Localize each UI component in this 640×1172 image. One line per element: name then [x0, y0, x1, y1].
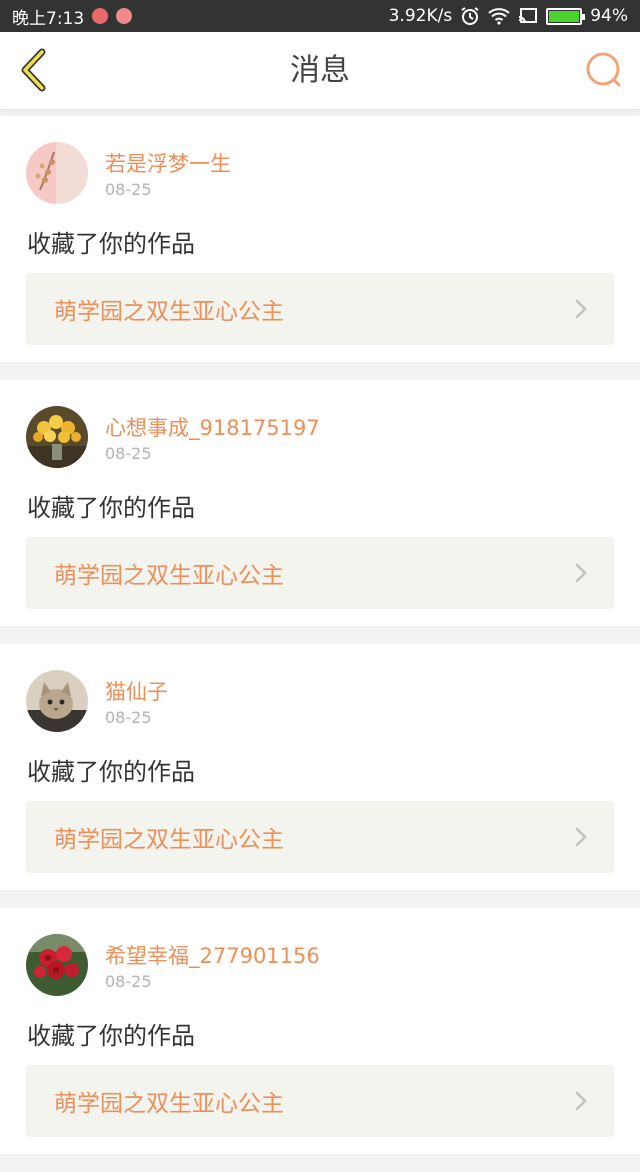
search-icon: [586, 52, 621, 87]
battery-icon: [546, 7, 586, 25]
message-card: 若是浮梦一生 08-25 收藏了你的作品 萌学园之双生亚心公主: [0, 116, 640, 362]
work-title: 萌学园之双生亚心公主: [54, 299, 284, 325]
message-list: 若是浮梦一生 08-25 收藏了你的作品 萌学园之双生亚心公主 心想事成_918…: [0, 116, 640, 1172]
message-card: 猫仙子 08-25 收藏了你的作品 萌学园之双生亚心公主: [0, 644, 640, 890]
battery-percent: 94%: [590, 6, 628, 26]
chevron-right-icon: [574, 1090, 588, 1112]
message-date: 08-25: [105, 180, 152, 199]
message-date: 08-25: [105, 972, 152, 991]
back-button[interactable]: [10, 46, 58, 94]
page-title: 消息: [290, 53, 350, 88]
message-action: 收藏了你的作品: [27, 1022, 195, 1050]
message-date: 08-25: [105, 444, 152, 463]
message-card: 心想事成_918175197 08-25 收藏了你的作品 萌学园之双生亚心公主: [0, 380, 640, 626]
header: 消息: [0, 32, 640, 110]
message-action: 收藏了你的作品: [27, 494, 195, 522]
chevron-right-icon: [574, 826, 588, 848]
alarm-icon: [460, 6, 480, 26]
username[interactable]: 心想事成_918175197: [105, 412, 320, 442]
avatar[interactable]: [26, 406, 88, 468]
status-bar-left: 晚上7:13: [12, 4, 133, 29]
avatar[interactable]: [26, 142, 88, 204]
username[interactable]: 希望幸福_277901156: [105, 940, 320, 970]
battery-fill: [549, 10, 580, 22]
chevron-right-icon: [574, 298, 588, 320]
chevron-right-icon: [574, 562, 588, 584]
work-title: 萌学园之双生亚心公主: [54, 827, 284, 853]
work-title: 萌学园之双生亚心公主: [54, 563, 284, 589]
username[interactable]: 若是浮梦一生: [105, 148, 231, 178]
message-action: 收藏了你的作品: [27, 758, 195, 786]
notification-app-icon: [116, 8, 133, 24]
work-link[interactable]: 萌学园之双生亚心公主: [26, 273, 614, 345]
work-link[interactable]: 萌学园之双生亚心公主: [26, 801, 614, 873]
work-title: 萌学园之双生亚心公主: [54, 1091, 284, 1117]
message-action: 收藏了你的作品: [27, 230, 195, 258]
avatar[interactable]: [26, 934, 88, 996]
message-card: 希望幸福_277901156 08-25 收藏了你的作品 萌学园之双生亚心公主: [0, 908, 640, 1154]
wifi-icon: [488, 7, 510, 25]
username[interactable]: 猫仙子: [105, 676, 168, 706]
status-time: 晚上7:13: [12, 8, 85, 29]
status-bar: 晚上7:13 3.92K/s 94%: [0, 0, 640, 32]
work-link[interactable]: 萌学园之双生亚心公主: [26, 1065, 614, 1137]
network-speed: 3.92K/s: [388, 6, 453, 26]
notification-app-icon: [92, 8, 109, 24]
status-bar-right: 3.92K/s 94%: [389, 6, 628, 26]
work-link[interactable]: 萌学园之双生亚心公主: [26, 537, 614, 609]
cast-icon: [518, 7, 538, 25]
avatar[interactable]: [26, 670, 88, 732]
chevron-left-icon: [21, 48, 46, 92]
message-date: 08-25: [105, 708, 152, 727]
search-button[interactable]: [582, 48, 626, 92]
